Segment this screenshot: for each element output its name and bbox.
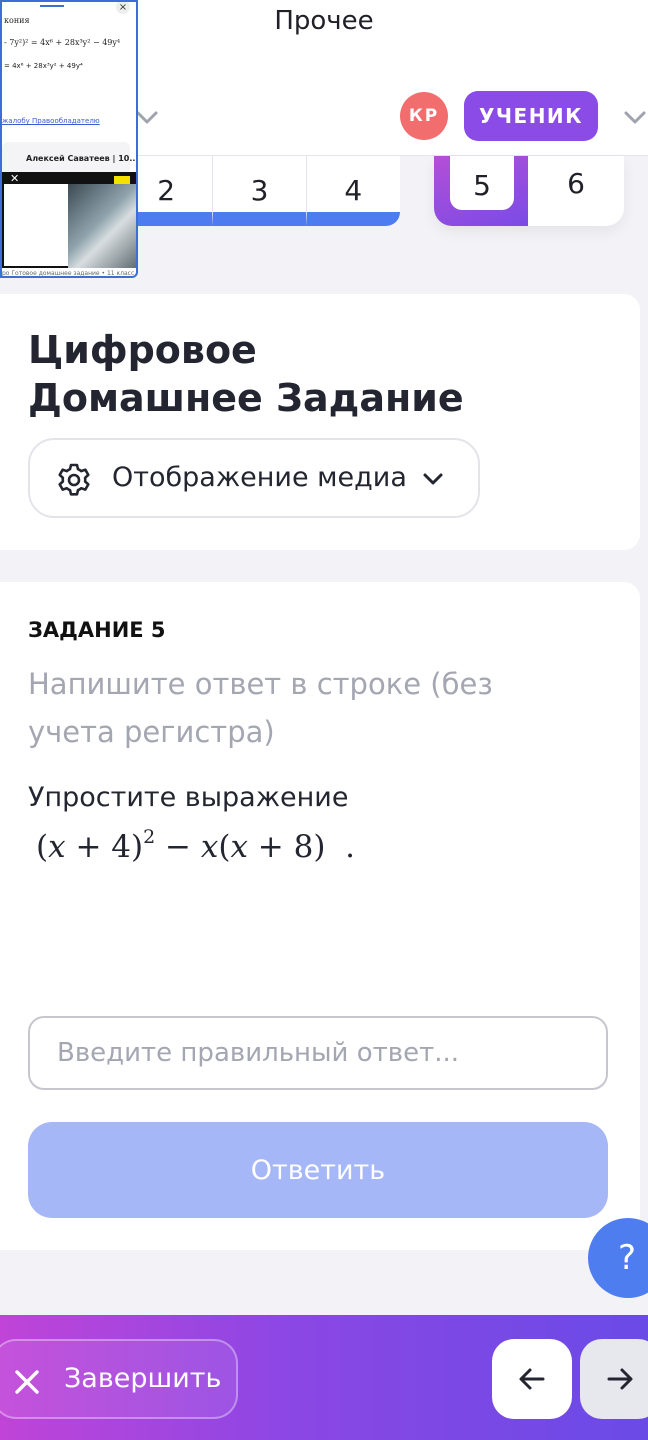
- ad-label: [114, 176, 130, 184]
- chevron-down-icon: [423, 473, 443, 485]
- media-display-select[interactable]: Отображение медиа: [28, 438, 480, 518]
- popup-card-title: Алексей Саватеев | 10...: [26, 154, 138, 163]
- answer-input[interactable]: [28, 1016, 608, 1090]
- task-label: ЗАДАНИЕ 5: [28, 618, 166, 642]
- task-card: ЗАДАНИЕ 5 Напишите ответ в строке (без у…: [0, 582, 640, 1250]
- previous-task-button[interactable]: [492, 1339, 572, 1419]
- task-tab-4[interactable]: 4: [306, 156, 400, 226]
- popup-footer-text: ро Готовое домашнее задание • 11 класс: [2, 270, 135, 277]
- floating-video-popup[interactable]: × кония - 7y²)² = 4x⁶ + 28x³y² − 49y⁴ = …: [0, 0, 138, 278]
- role-badge[interactable]: УЧЕНИК: [464, 91, 598, 141]
- popup-tab-indicator: [40, 5, 64, 7]
- task-tabs: 2 3 4: [120, 156, 400, 226]
- popup-video-player[interactable]: ✕: [2, 172, 136, 268]
- finish-label: Завершить: [64, 1363, 222, 1394]
- chevron-down-icon[interactable]: [622, 104, 648, 130]
- next-task-button[interactable]: [580, 1339, 648, 1419]
- task-tab-5-active[interactable]: 5: [450, 156, 514, 210]
- popup-formula-result: = 4x⁶ + 28x³y² + 49y⁴: [4, 62, 83, 70]
- video-left-panel: [4, 184, 68, 266]
- close-icon[interactable]: ×: [116, 2, 130, 14]
- close-icon: [15, 1370, 39, 1394]
- math-expression: (x + 4)2 − x(x + 8) .: [36, 826, 356, 865]
- arrow-right-icon: [607, 1368, 633, 1390]
- bottom-action-bar: Завершить: [0, 1315, 648, 1440]
- page-title: Цифровое Домашнее Задание: [28, 328, 464, 420]
- popup-complaint-link[interactable]: жалобу Правообладателю: [2, 117, 100, 125]
- task-question: Упростите выражение: [28, 782, 349, 813]
- popup-formula-line: - 7y²)² = 4x⁶ + 28x³y² − 49y⁴: [4, 38, 121, 47]
- task-tabs-current: 5 6: [434, 156, 624, 226]
- popup-video-card[interactable]: Алексей Саватеев | 10...: [2, 142, 136, 174]
- task-tab-6[interactable]: 6: [528, 156, 624, 226]
- task-instruction: Напишите ответ в строке (без учета регис…: [28, 667, 493, 749]
- gear-icon: [58, 463, 90, 496]
- task-tab-3[interactable]: 3: [213, 156, 307, 226]
- submit-answer-button[interactable]: Ответить: [28, 1122, 608, 1218]
- media-select-label: Отображение медиа: [112, 462, 407, 493]
- arrow-left-icon: [519, 1368, 545, 1390]
- title-card: Цифровое Домашнее Задание Отображение ме…: [0, 294, 640, 550]
- video-thumbnail: [68, 184, 136, 268]
- popup-text-line: кония: [4, 16, 30, 25]
- avatar[interactable]: КР: [400, 92, 448, 140]
- finish-button[interactable]: Завершить: [0, 1339, 238, 1419]
